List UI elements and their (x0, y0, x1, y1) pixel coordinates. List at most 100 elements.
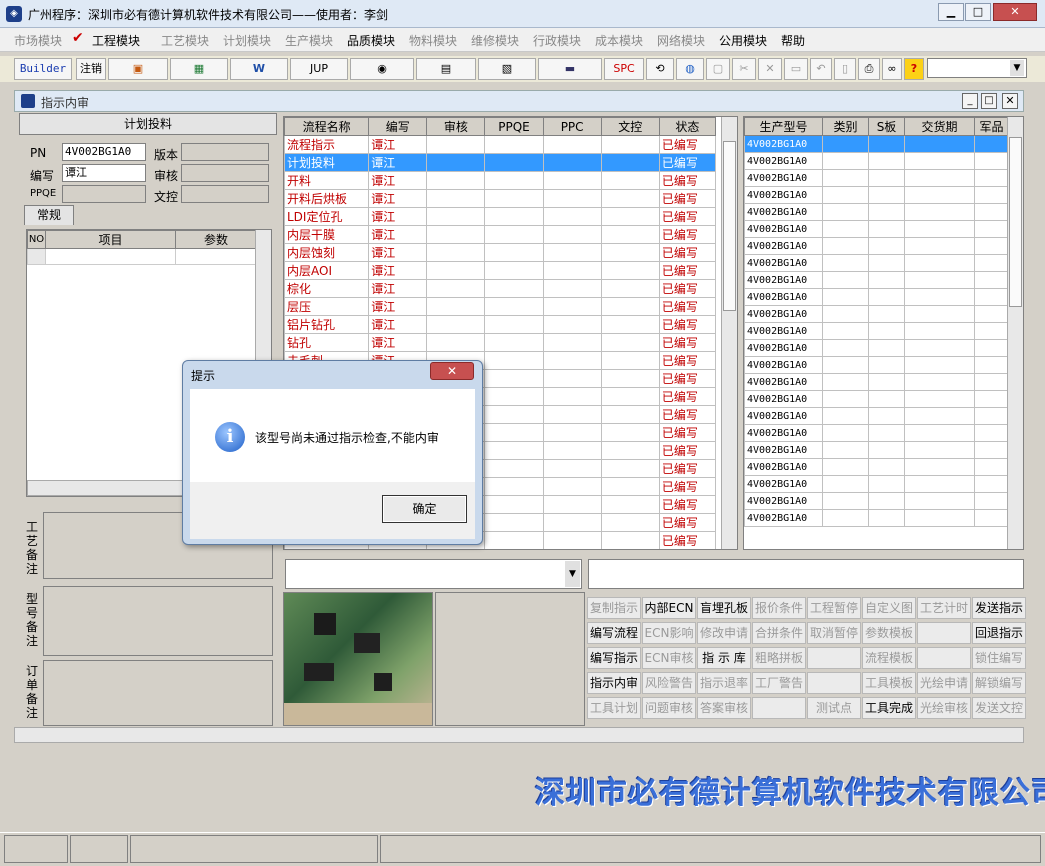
model-cell[interactable] (868, 288, 905, 306)
flow-ppqe-cell[interactable] (484, 225, 544, 244)
model-cell[interactable] (904, 390, 975, 408)
preview-icon[interactable]: ▯ (834, 58, 856, 80)
model-cell[interactable] (822, 441, 869, 459)
model-cell[interactable] (822, 186, 869, 204)
model-row[interactable]: 4V002BG1A0 (744, 390, 1009, 408)
flow-review-cell[interactable] (426, 135, 486, 154)
flow-editor-cell[interactable]: 谭江 (368, 135, 428, 154)
action-button[interactable] (917, 647, 971, 669)
model-cell[interactable] (904, 424, 975, 442)
model-cell[interactable] (974, 390, 1009, 408)
flow-ppc-cell[interactable] (542, 441, 602, 460)
flow-doc-cell[interactable] (600, 189, 660, 208)
model-cell[interactable] (822, 373, 869, 391)
flow-ppqe-cell[interactable] (484, 333, 544, 352)
flow-row[interactable]: 钻孔 谭江 已编写 (284, 333, 717, 352)
flow-doc-cell[interactable] (600, 513, 660, 532)
menu-common[interactable]: 公用模块 (719, 32, 767, 49)
model-cell[interactable] (904, 254, 975, 272)
flow-ppc-cell[interactable] (542, 333, 602, 352)
model-cell[interactable] (974, 458, 1009, 476)
close-window-button[interactable]: ✕ (993, 3, 1037, 21)
model-row[interactable]: 4V002BG1A0 (744, 186, 1009, 204)
action-button[interactable]: 内部ECN (642, 597, 696, 619)
model-cell[interactable] (904, 475, 975, 493)
flow-status-cell[interactable]: 已编写 (659, 550, 715, 551)
flow-review-cell[interactable] (426, 333, 486, 352)
menu-plan[interactable]: 计划模块 (223, 32, 271, 49)
flow-review-cell[interactable] (426, 315, 486, 334)
review-field[interactable] (181, 164, 269, 182)
flow-editor-cell[interactable]: 谭江 (368, 189, 428, 208)
flow-review-cell[interactable] (426, 225, 486, 244)
flow-ppqe-cell[interactable] (484, 387, 544, 406)
model-row[interactable]: 4V002BG1A0 (744, 288, 1009, 306)
model-row[interactable]: 4V002BG1A0 (744, 509, 1009, 527)
action-button[interactable]: 合拼条件 (752, 622, 806, 644)
help-icon[interactable]: ? (904, 58, 924, 80)
flow-review-cell[interactable] (426, 171, 486, 190)
model-row[interactable]: 4V002BG1A0 (744, 237, 1009, 255)
flow-ppqe-cell[interactable] (484, 513, 544, 532)
flow-ppqe-cell[interactable] (484, 315, 544, 334)
flow-ppqe-cell[interactable] (484, 459, 544, 478)
model-row[interactable]: 4V002BG1A0 (744, 220, 1009, 238)
flow-status-cell[interactable]: 已编写 (658, 225, 717, 244)
flow-doc-cell[interactable] (600, 207, 660, 226)
model-cell[interactable] (868, 322, 905, 340)
delete-icon[interactable]: ✕ (758, 58, 782, 80)
action-button[interactable] (917, 622, 971, 644)
flow-ppc-cell[interactable] (542, 153, 602, 172)
flow-doc-cell[interactable] (601, 550, 659, 551)
flow-row[interactable]: LDI定位孔 谭江 已编写 (284, 207, 717, 226)
flow-name-cell[interactable] (285, 550, 369, 551)
model-cell[interactable] (822, 509, 869, 527)
ok-button[interactable]: 确定 (382, 495, 467, 523)
flow-name-cell[interactable]: 层压 (284, 297, 370, 316)
action-button[interactable]: 指示退率 (697, 672, 751, 694)
flow-ppqe-cell[interactable] (484, 189, 544, 208)
flow-row[interactable]: 计划投料 谭江 已编写 (284, 153, 717, 172)
model-vscroll[interactable] (1007, 117, 1023, 549)
flow-status-cell[interactable]: 已编写 (658, 189, 717, 208)
flow-ppc-cell[interactable] (542, 495, 602, 514)
model-cell[interactable] (868, 237, 905, 255)
flow-ppqe-cell[interactable] (485, 550, 543, 551)
excel-icon[interactable]: ▦ (170, 58, 228, 80)
flow-name-cell[interactable]: 棕化 (284, 279, 370, 298)
ppqe-field[interactable] (62, 185, 146, 203)
model-cell[interactable] (822, 237, 869, 255)
globe-icon[interactable]: ◍ (676, 58, 704, 80)
model-cell[interactable] (822, 339, 869, 357)
flow-status-cell[interactable]: 已编写 (658, 477, 717, 496)
model-no-cell[interactable]: 4V002BG1A0 (744, 220, 823, 238)
model-row[interactable]: 4V002BG1A0 (744, 135, 1009, 153)
flow-review-cell[interactable] (426, 297, 486, 316)
flow-ppc-cell[interactable] (542, 531, 602, 549)
flow-status-cell[interactable]: 已编写 (658, 423, 717, 442)
model-cell[interactable] (904, 152, 975, 170)
model-cell[interactable] (868, 458, 905, 476)
save-icon[interactable]: ▭ (784, 58, 808, 80)
model-no-cell[interactable]: 4V002BG1A0 (744, 135, 823, 153)
flow-doc-cell[interactable] (600, 441, 660, 460)
flow-editor-cell[interactable]: 谭江 (368, 297, 428, 316)
editor-field[interactable]: 谭江 (62, 164, 146, 182)
model-cell[interactable] (822, 356, 869, 374)
undo-icon[interactable]: ↶ (810, 58, 832, 80)
flow-status-cell[interactable]: 已编写 (658, 351, 717, 370)
model-cell[interactable] (822, 407, 869, 425)
flow-ppqe-cell[interactable] (484, 207, 544, 226)
model-no-cell[interactable]: 4V002BG1A0 (744, 390, 823, 408)
flow-doc-cell[interactable] (600, 135, 660, 154)
action-button[interactable]: 答案审核 (697, 697, 751, 719)
action-button[interactable]: 锁住编写 (972, 647, 1026, 669)
chevron-down-icon[interactable]: ▼ (565, 561, 580, 587)
flow-ppc-cell[interactable] (542, 243, 602, 262)
model-cell[interactable] (974, 492, 1009, 510)
model-cell[interactable] (868, 169, 905, 187)
flow-ppc-cell[interactable] (542, 459, 602, 478)
child-maximize-button[interactable]: □ (981, 93, 997, 109)
model-cell[interactable] (822, 288, 869, 306)
dialog-close-button[interactable]: ✕ (430, 362, 474, 380)
